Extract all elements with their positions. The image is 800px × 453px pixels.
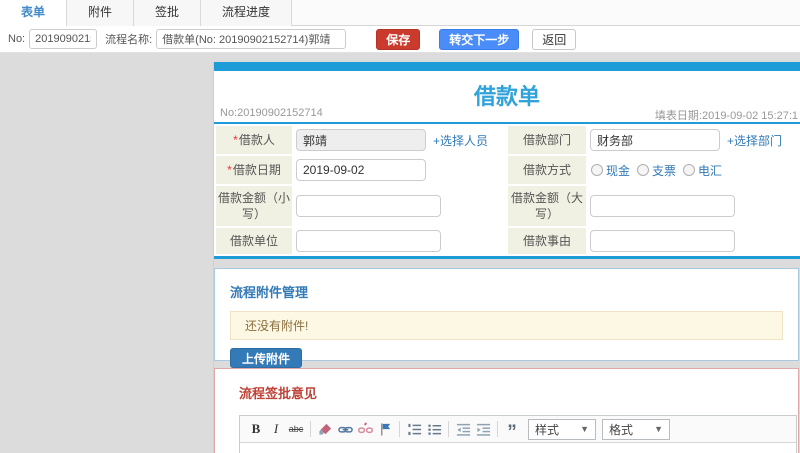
loan-date-input[interactable] — [296, 159, 426, 181]
styles-dropdown-label: 样式 — [535, 422, 560, 437]
amount-big-label: 借款金额（大 写） — [510, 190, 583, 221]
method-field-cell: 现金 支票 电汇 — [588, 156, 800, 184]
forward-next-step-button[interactable]: 转交下一步 — [439, 28, 520, 50]
tab-form[interactable]: 表单 — [0, 0, 68, 26]
chevron-down-icon: ▼ — [654, 424, 663, 434]
tab-progress[interactable]: 流程进度 — [201, 0, 293, 26]
radio-wire-label[interactable]: 电汇 — [698, 162, 722, 179]
borrower-label-cell: * 借款人 — [216, 126, 292, 154]
loan-date-label: 借款日期 — [232, 162, 281, 177]
format-dropdown-label: 格式 — [609, 422, 634, 437]
required-mark: * — [227, 162, 232, 177]
bulleted-list-icon[interactable] — [424, 419, 444, 439]
select-department-link[interactable]: +选择部门 — [727, 132, 782, 149]
department-label: 借款部门 — [522, 132, 571, 147]
department-field-cell: +选择部门 — [588, 126, 800, 154]
module-tabbar: 表单 附件 签批 流程进度 — [0, 0, 800, 26]
form-content-frame: 借款单 No:20190902152714 填表日期:2019-09-02 15… — [213, 62, 800, 453]
attachment-panel: 流程附件管理 还没有附件! 上传附件 — [214, 268, 799, 368]
form-date-text: 填表日期:2019-09-02 15:27:1 — [654, 110, 798, 122]
amount-small-label: 借款金额（小 写） — [217, 190, 290, 221]
toolbar-separator — [399, 421, 400, 437]
method-label: 借款方式 — [522, 162, 571, 177]
editor-content-area[interactable] — [240, 443, 796, 453]
unit-label: 借款单位 — [229, 233, 278, 248]
reason-input[interactable] — [590, 230, 735, 252]
editor-toolbar: B I abc ” 样式 ▼ 格式 ▼ — [240, 416, 796, 443]
remove-format-icon[interactable] — [315, 419, 335, 439]
no-input[interactable] — [29, 29, 98, 49]
radio-cash[interactable] — [591, 164, 603, 176]
department-label-cell: 借款部门 — [508, 126, 586, 154]
outdent-icon[interactable] — [453, 419, 473, 439]
blockquote-icon[interactable]: ” — [502, 419, 522, 442]
save-button[interactable]: 保存 — [376, 28, 421, 50]
toolbar-separator — [448, 421, 449, 437]
amount-big-label-cell: 借款金额（大 写） — [508, 186, 586, 226]
loan-date-label-cell: * 借款日期 — [216, 156, 292, 184]
unit-label-cell: 借款单位 — [216, 228, 292, 254]
approval-heading: 流程签批意见 — [239, 386, 318, 401]
no-attachment-alert: 还没有附件! — [230, 311, 783, 340]
radio-cheque-label[interactable]: 支票 — [652, 162, 676, 179]
loan-date-field-cell — [294, 156, 506, 184]
anchor-flag-icon[interactable] — [375, 419, 395, 439]
unlink-icon[interactable] — [355, 419, 375, 439]
reason-label: 借款事由 — [522, 233, 571, 248]
italic-icon[interactable]: I — [266, 419, 286, 439]
form-no-text: No:20190902152714 — [220, 107, 323, 119]
toolbar-separator — [497, 421, 498, 437]
process-name-label: 流程名称: — [105, 34, 153, 46]
amount-big-field-cell — [588, 186, 800, 226]
form-table-wrap: *借款人 +选择人员 借款部门 +选择部门 *借款日期 借款方式 — [214, 124, 800, 259]
link-icon[interactable] — [335, 419, 355, 439]
borrower-input[interactable] — [296, 129, 426, 151]
amount-small-label-cell: 借款金额（小 写） — [216, 186, 292, 226]
required-mark: * — [233, 132, 238, 147]
radio-wire[interactable] — [683, 164, 696, 176]
numbered-list-icon[interactable] — [404, 419, 424, 439]
loan-method-radio-group: 现金 支票 电汇 — [591, 162, 729, 179]
loan-form-sheet: 借款单 No:20190902152714 填表日期:2019-09-02 15… — [214, 71, 800, 259]
amount-small-field-cell — [294, 186, 506, 226]
approval-panel: 流程签批意见 B I abc ” 样式 ▼ 格式 ▼ — [214, 368, 799, 453]
amount-big-input[interactable] — [590, 195, 735, 217]
chevron-down-icon: ▼ — [580, 424, 589, 434]
amount-small-input[interactable] — [296, 195, 441, 217]
form-table: *借款人 +选择人员 借款部门 +选择部门 *借款日期 借款方式 — [214, 124, 800, 256]
format-dropdown[interactable]: 格式 ▼ — [602, 418, 670, 440]
select-person-link[interactable]: +选择人员 — [433, 132, 488, 149]
borrower-label: 借款人 — [238, 132, 275, 147]
action-toolbar: No: 流程名称: 保存 转交下一步 返回 — [0, 26, 800, 53]
rich-text-editor: B I abc ” 样式 ▼ 格式 ▼ — [239, 415, 797, 453]
borrower-field-cell: +选择人员 — [294, 126, 506, 154]
no-label: No: — [8, 33, 26, 45]
upload-attachment-button[interactable]: 上传附件 — [230, 348, 303, 368]
form-meta-row: No:20190902152714 填表日期:2019-09-02 15:27:… — [214, 105, 800, 124]
tab-attachment[interactable]: 附件 — [67, 0, 135, 26]
department-input[interactable] — [590, 129, 720, 151]
unit-input[interactable] — [296, 230, 441, 252]
indent-icon[interactable] — [473, 419, 493, 439]
page-title: 借款单 — [473, 84, 540, 109]
method-label-cell: 借款方式 — [508, 156, 586, 184]
back-button[interactable]: 返回 — [532, 28, 577, 50]
bold-icon[interactable]: B — [246, 419, 266, 439]
toolbar-separator — [310, 421, 311, 437]
styles-dropdown[interactable]: 样式 ▼ — [528, 418, 596, 440]
attachment-heading: 流程附件管理 — [230, 285, 309, 300]
strikethrough-icon[interactable]: abc — [286, 419, 306, 439]
tab-approve[interactable]: 签批 — [134, 0, 202, 26]
reason-field-cell — [588, 228, 800, 254]
radio-cash-label[interactable]: 现金 — [606, 162, 630, 179]
process-name-input[interactable] — [156, 29, 347, 49]
unit-field-cell — [294, 228, 506, 254]
radio-cheque[interactable] — [637, 164, 650, 176]
reason-label-cell: 借款事由 — [508, 228, 586, 254]
panel-accent-bar — [214, 62, 800, 71]
